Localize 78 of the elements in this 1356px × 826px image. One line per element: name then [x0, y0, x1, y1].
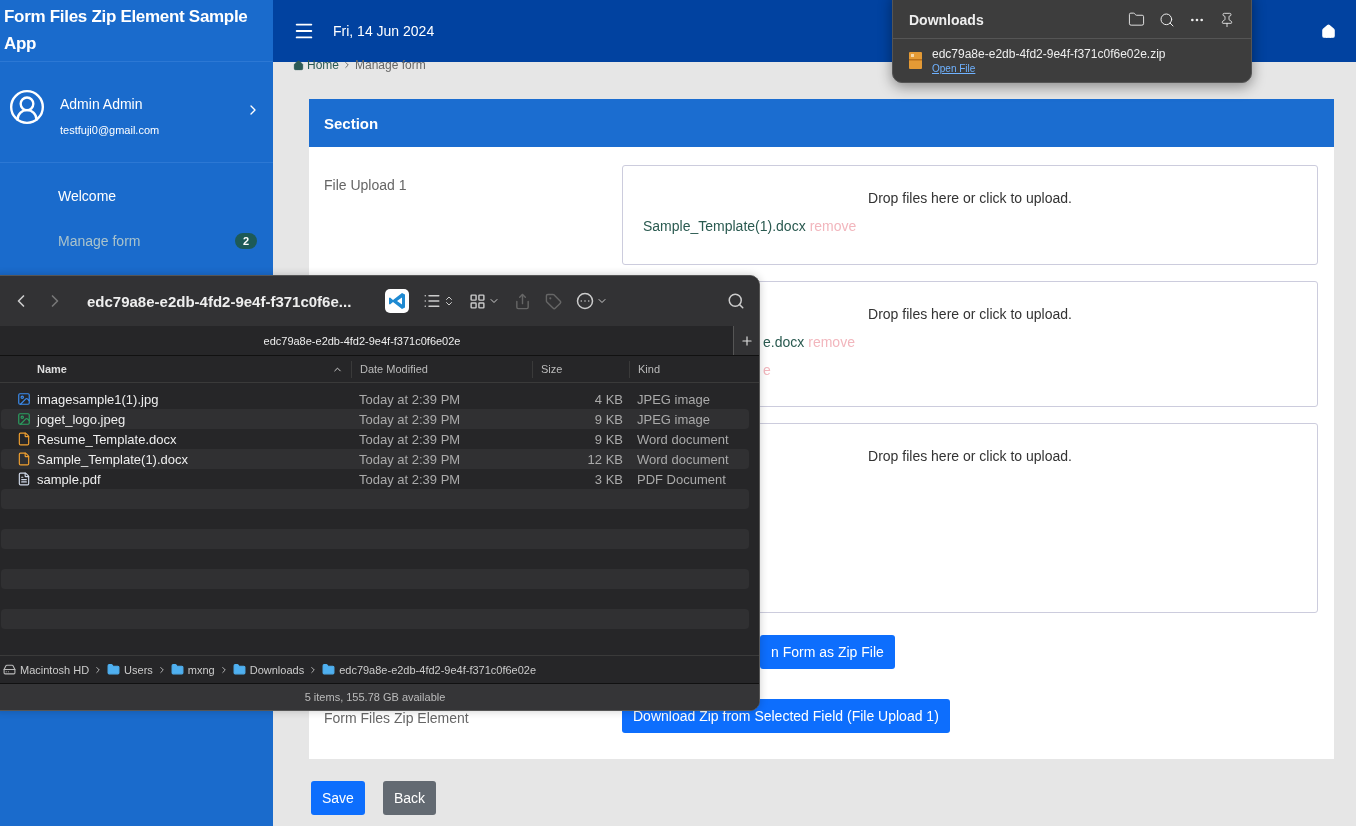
- column-header[interactable]: Name: [37, 363, 67, 375]
- date-cell-text: Today at 2:39 PM: [358, 471, 462, 487]
- drop-hint: Drop files here or click to upload.: [868, 448, 1072, 464]
- home-icon[interactable]: [1321, 23, 1336, 39]
- home-icon: [293, 59, 304, 71]
- count-badge: 2: [234, 232, 257, 249]
- folder-icon: [232, 663, 246, 676]
- download-button[interactable]: n Form as Zip File: [760, 635, 895, 669]
- path-item[interactable]: edc79a8e-e2db-4fd2-9e4f-f371c0f6e02e: [339, 663, 537, 676]
- zip-file-icon: [909, 52, 922, 69]
- size-cell-text: 3 KB: [593, 471, 624, 487]
- column-header[interactable]: Size: [541, 363, 563, 375]
- back-button[interactable]: Back: [382, 781, 437, 815]
- file-name: e.docx: [763, 334, 805, 350]
- breadcrumb-link[interactable]: Home: [307, 58, 339, 72]
- drop-hint: Drop files here or click to upload.: [868, 190, 1072, 206]
- folder-icon: [107, 663, 121, 676]
- size-cell-text: 12 KB: [586, 451, 624, 467]
- size-cell-text: 9 KB: [593, 411, 624, 427]
- date-text: Fri, 14 Jun 2024: [333, 23, 436, 39]
- field-label: File Upload 1: [324, 177, 407, 193]
- folder-icon: [170, 663, 184, 676]
- file-row[interactable]: joget_logo.jpeg Today at 2:39 PM 9 KB JPEG image: [1, 409, 749, 429]
- save-button[interactable]: Save: [311, 781, 365, 815]
- folder-icon[interactable]: [1128, 11, 1145, 28]
- file-name: joget_logo.jpeg: [37, 411, 126, 427]
- add-tab-icon[interactable]: [739, 333, 754, 348]
- pin-icon[interactable]: [1219, 11, 1235, 28]
- folder-icon: [322, 663, 336, 676]
- section-header: Section: [309, 99, 1334, 147]
- path-item[interactable]: mxng: [187, 663, 215, 676]
- grid-view-icon[interactable]: [469, 292, 487, 310]
- download-file-name: edc79a8e-e2db-4fd2-9e4f-f371c0f6e02e.zip: [932, 47, 1166, 61]
- kind-cell-text: Word document: [636, 431, 730, 447]
- field-label: Form Files Zip Element: [324, 710, 469, 726]
- date-cell-text: Today at 2:39 PM: [358, 431, 462, 447]
- pdf-file-icon: [17, 472, 31, 486]
- code-editor-app-icon[interactable]: [385, 289, 410, 313]
- document-file-icon: [17, 432, 31, 446]
- status-text: 5 items, 155.78 GB available: [0, 683, 759, 710]
- user-email: testfuji0@gmail.com: [60, 124, 161, 136]
- size-cell-text: 4 KB: [593, 391, 624, 407]
- file-name: imagesample1(1).jpg: [37, 391, 159, 407]
- image-file-icon: [17, 412, 31, 426]
- user-avatar-icon: [8, 88, 46, 126]
- date-cell-text: Today at 2:39 PM: [358, 391, 462, 407]
- file-name: Sample_Template(1).docx: [643, 218, 806, 234]
- column-header[interactable]: Kind: [638, 363, 661, 375]
- kind-cell-text: JPEG image: [636, 391, 711, 407]
- folder-tab[interactable]: edc79a8e-e2db-4fd2-9e4f-f371c0f6e02e: [0, 326, 733, 355]
- document-file-icon: [17, 452, 31, 466]
- window-title: edc79a8e-e2db-4fd2-9e4f-f371c0f6e...: [87, 292, 352, 310]
- path-item[interactable]: Users: [124, 663, 153, 676]
- file-name: sample.pdf: [37, 471, 101, 487]
- path-item[interactable]: Downloads: [249, 663, 305, 676]
- kind-cell-text: Word document: [636, 451, 730, 467]
- column-header[interactable]: Date Modified: [360, 363, 428, 375]
- search-icon[interactable]: [1159, 11, 1175, 28]
- file-drop-zone[interactable]: Drop files here or click to upload. Sample_Template(1).docx remove: [622, 165, 1318, 265]
- nav-item[interactable]: Welcome: [58, 173, 257, 218]
- list-view-icon[interactable]: [423, 292, 442, 310]
- popup-title: Downloads: [909, 11, 985, 28]
- drop-hint: Drop files here or click to upload.: [868, 306, 1072, 322]
- date-cell-text: Today at 2:39 PM: [358, 411, 462, 427]
- size-cell-text: 9 KB: [593, 431, 624, 447]
- search-icon[interactable]: [727, 292, 745, 310]
- open-file-link[interactable]: Open File: [932, 63, 1166, 74]
- image-file-icon: [17, 392, 31, 406]
- separator-icon: [342, 60, 352, 70]
- nav-item[interactable]: Manage form 2: [58, 218, 257, 263]
- more-icon[interactable]: [576, 292, 595, 310]
- file-name: Resume_Template.docx: [37, 431, 177, 447]
- file-row[interactable]: Sample_Template(1).docx Today at 2:39 PM 12 KB Word document: [1, 449, 749, 469]
- path-item[interactable]: Macintosh HD: [20, 663, 90, 676]
- date-cell-text: Today at 2:39 PM: [358, 451, 462, 467]
- file-name: Sample_Template(1).docx: [37, 451, 189, 467]
- kind-cell-text: PDF Document: [636, 471, 727, 487]
- user-name: Admin Admin: [60, 96, 144, 112]
